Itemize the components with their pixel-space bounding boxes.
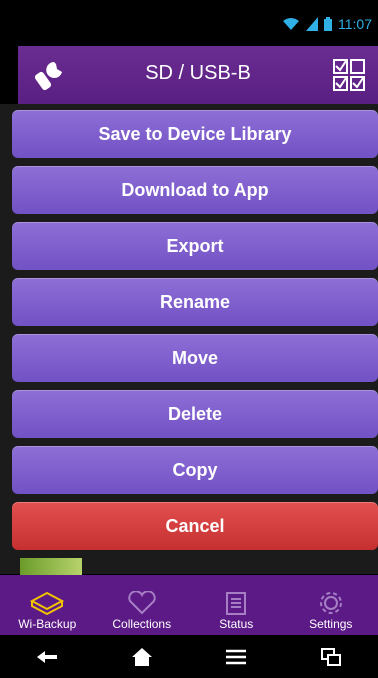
nav-item-settings[interactable]: Settings: [286, 591, 376, 631]
nav-item-collections[interactable]: Collections: [97, 591, 187, 631]
page-title: SD / USB-B: [145, 62, 251, 84]
download-to-app-button[interactable]: Download to App: [12, 166, 378, 214]
battery-icon: [324, 17, 332, 31]
bottom-navigation: Wi-Backup Collections Status Settings: [0, 575, 378, 635]
nav-item-label: Wi-Backup: [18, 617, 77, 631]
status-bar: 11:07: [0, 0, 378, 46]
recent-apps-icon[interactable]: [311, 642, 351, 672]
rename-button[interactable]: Rename: [12, 278, 378, 326]
copy-button[interactable]: Copy: [12, 446, 378, 494]
thumbnail-image: [20, 558, 82, 576]
nav-item-label: Settings: [309, 617, 353, 631]
home-icon[interactable]: [122, 642, 162, 672]
gear-icon: [319, 592, 342, 614]
status-time: 11:07: [338, 16, 372, 32]
checklist-icon[interactable]: [332, 58, 366, 92]
nav-item-wi-backup[interactable]: Wi-Backup: [2, 591, 92, 631]
heart-icon: [128, 591, 156, 615]
move-button[interactable]: Move: [12, 334, 378, 382]
box-icon: [30, 591, 65, 615]
wifi-icon: [283, 18, 299, 30]
system-navigation-bar: [0, 635, 378, 678]
delete-button[interactable]: Delete: [12, 390, 378, 438]
app-bar: SD / USB-B: [18, 46, 378, 104]
export-button[interactable]: Export: [12, 222, 378, 270]
back-icon[interactable]: [27, 642, 67, 672]
signal-icon: [306, 17, 318, 31]
cancel-button[interactable]: Cancel: [12, 502, 378, 550]
nav-item-label: Status: [219, 617, 254, 631]
nav-item-label: Collections: [112, 617, 172, 631]
nav-item-status[interactable]: Status: [191, 591, 281, 631]
menu-icon[interactable]: [216, 642, 256, 672]
action-menu: Save to Device Library Download to App E…: [12, 110, 378, 558]
status-icons: 11:07: [282, 16, 372, 32]
save-to-device-library-button[interactable]: Save to Device Library: [12, 110, 378, 158]
document-icon: [226, 592, 247, 615]
